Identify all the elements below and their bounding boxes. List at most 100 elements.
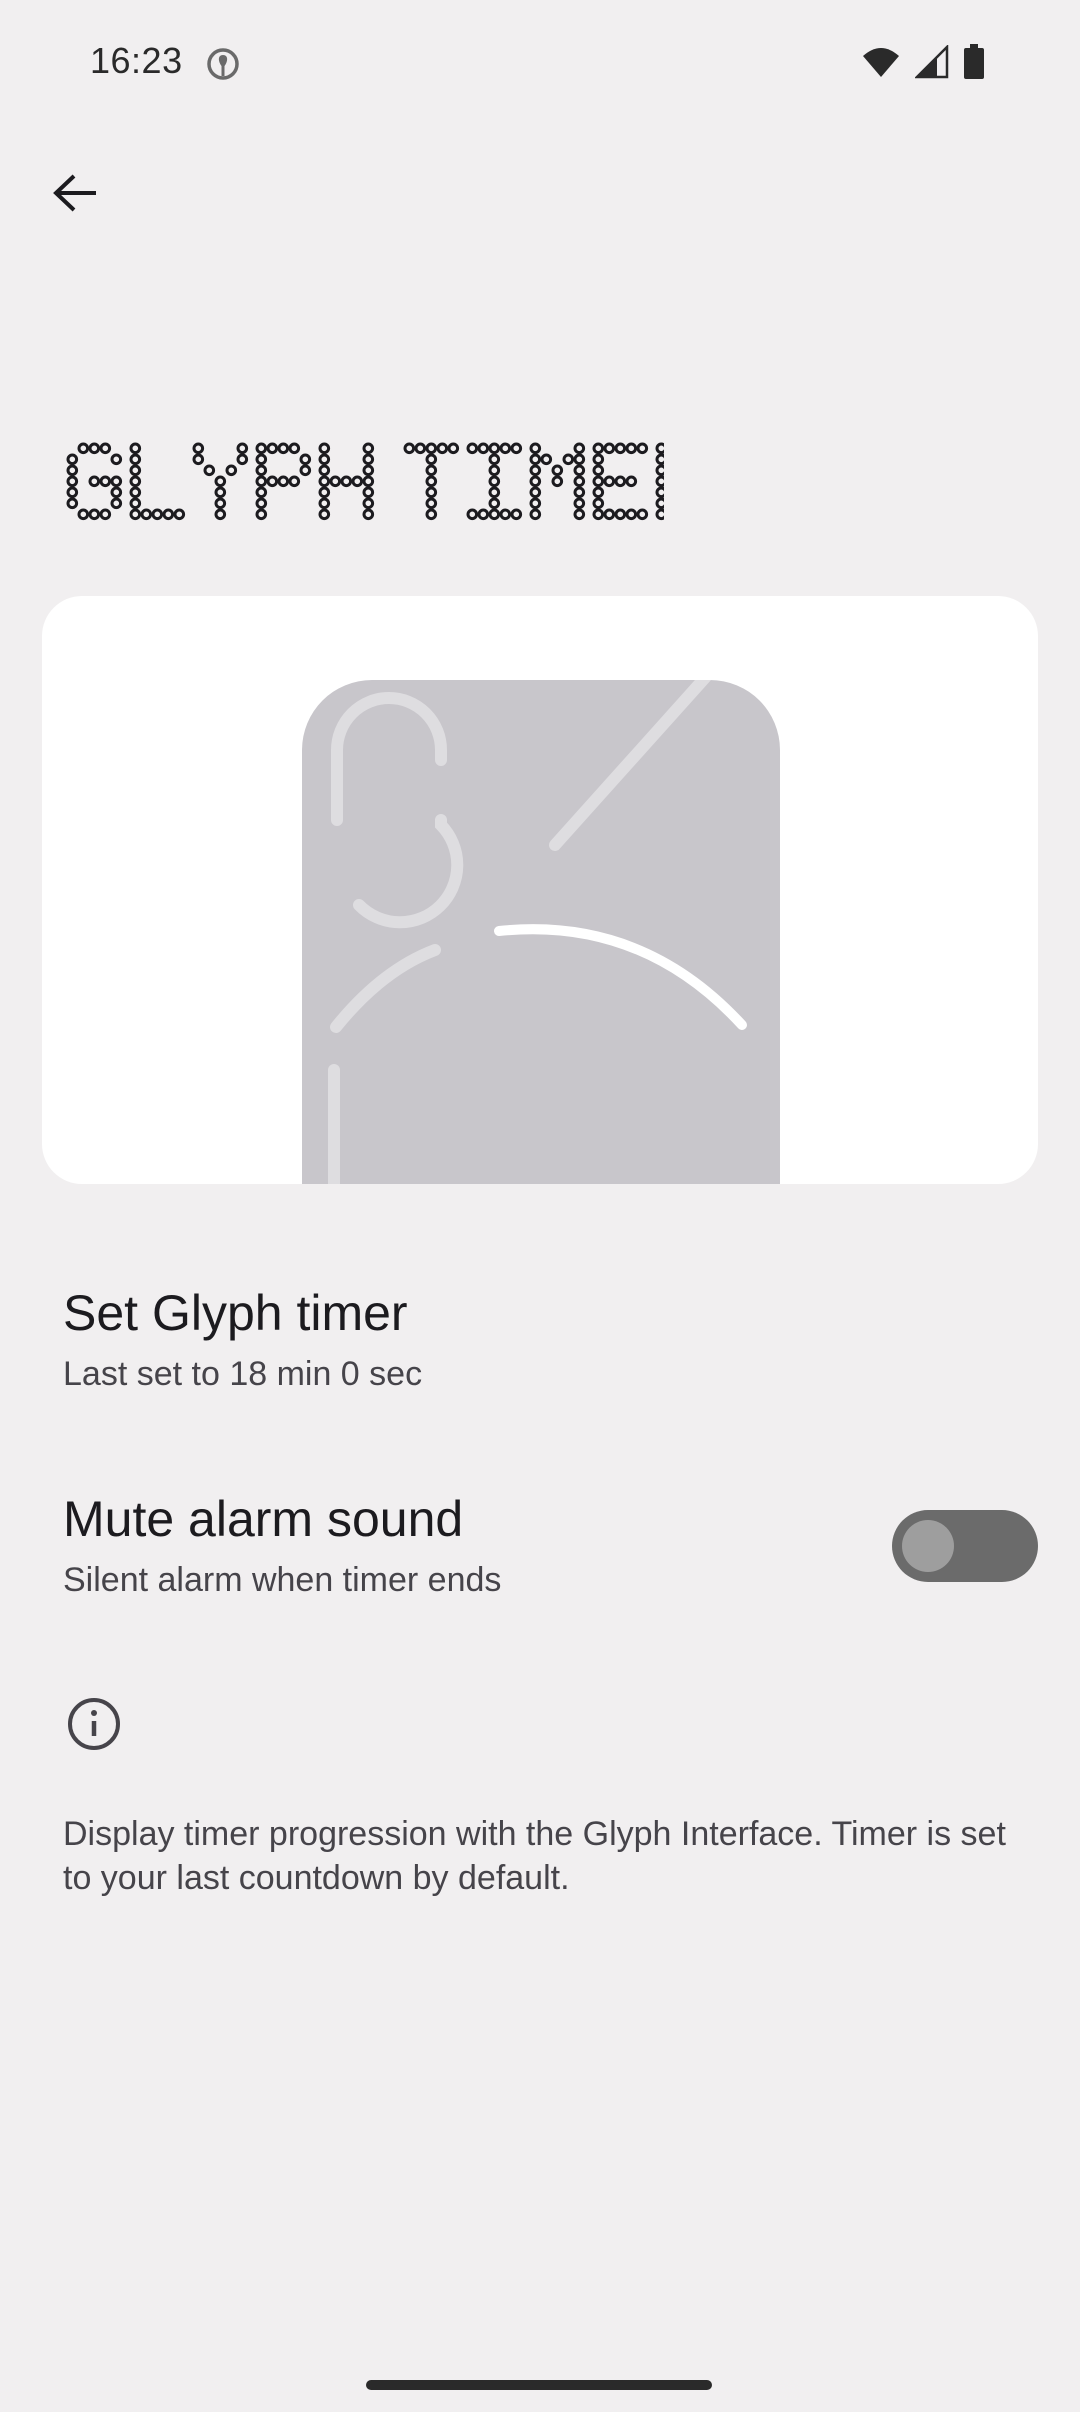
title-dot [603, 475, 616, 488]
title-dot [592, 453, 605, 466]
title-dot [499, 508, 512, 521]
mute-alarm-toggle[interactable] [892, 1510, 1038, 1582]
title-dot [110, 453, 123, 466]
back-button[interactable] [40, 160, 110, 230]
info-description: Display timer progression with the Glyph… [63, 1815, 1006, 1897]
arrow-back-icon [52, 173, 98, 218]
title-dot [318, 442, 331, 455]
title-dot [255, 497, 268, 510]
title-dot [255, 464, 268, 477]
title-dot [266, 475, 279, 488]
title-dot [236, 453, 249, 466]
title-dot [488, 475, 501, 488]
title-dot [129, 442, 142, 455]
title-dot [299, 453, 312, 466]
title-dot [362, 464, 375, 477]
title-dot [425, 508, 438, 521]
title-dot [99, 442, 112, 455]
title-dot [318, 486, 331, 499]
title-dot [625, 508, 638, 521]
title-dot [277, 475, 290, 488]
title-dot [529, 508, 542, 521]
title-dot [625, 475, 638, 488]
mute-alarm-row[interactable]: Mute alarm sound Silent alarm when timer… [63, 1492, 1018, 1600]
title-dot [362, 486, 375, 499]
mute-alarm-subtitle: Silent alarm when timer ends [63, 1561, 502, 1599]
title-dot [77, 442, 90, 455]
title-dot [529, 475, 542, 488]
title-dot [129, 486, 142, 499]
title-dot [425, 497, 438, 510]
title-dot [318, 464, 331, 477]
title-dot [225, 464, 238, 477]
title-dot [510, 508, 523, 521]
title-dot [329, 475, 342, 488]
title-dot [362, 475, 375, 488]
set-glyph-timer-row[interactable]: Set Glyph timer Last set to 18 min 0 sec [63, 1286, 1018, 1394]
title-dot [214, 508, 227, 521]
title-dot [573, 508, 586, 521]
title-dot [488, 453, 501, 466]
title-dot [655, 464, 664, 477]
title-dot [529, 497, 542, 510]
title-dot [403, 442, 416, 455]
title-dot [573, 475, 586, 488]
title-dot [318, 453, 331, 466]
title-dot [255, 486, 268, 499]
title-dot [636, 442, 649, 455]
info-icon [66, 1696, 122, 1752]
title-dot [99, 475, 112, 488]
title-dot [362, 442, 375, 455]
title-dot [129, 497, 142, 510]
title-dot [162, 508, 175, 521]
title-dot [255, 508, 268, 521]
title-dot [436, 442, 449, 455]
title-dot [592, 508, 605, 521]
title-dot [255, 442, 268, 455]
title-dot [129, 475, 142, 488]
title-dot [592, 486, 605, 499]
title-dot [66, 453, 79, 466]
title-dot [255, 453, 268, 466]
title-dot [655, 442, 664, 455]
title-dot [236, 442, 249, 455]
title-dot [614, 508, 627, 521]
title-dot [66, 486, 79, 499]
maps-pin-icon [205, 46, 241, 82]
title-dot [466, 442, 479, 455]
title-dot [351, 475, 364, 488]
title-dot [362, 497, 375, 510]
title-dot [129, 464, 142, 477]
title-dot [214, 475, 227, 488]
title-dot [573, 442, 586, 455]
title-dot [88, 442, 101, 455]
title-dot [488, 464, 501, 477]
title-dot [573, 497, 586, 510]
title-dot [266, 442, 279, 455]
title-dot [510, 442, 523, 455]
title-dot [362, 508, 375, 521]
title-dot [173, 508, 186, 521]
title-dot [655, 453, 664, 466]
glyph-preview-card [42, 596, 1038, 1184]
title-dot [110, 497, 123, 510]
title-dot [655, 486, 664, 499]
title-dot [529, 486, 542, 499]
toggle-knob [902, 1520, 954, 1572]
title-dot [488, 486, 501, 499]
title-dot [488, 508, 501, 521]
title-dot [477, 508, 490, 521]
title-dot [529, 464, 542, 477]
title-dot [488, 497, 501, 510]
title-dot [129, 453, 142, 466]
dot-matrix-title [66, 442, 664, 521]
title-dot [614, 475, 627, 488]
home-indicator[interactable] [366, 2380, 712, 2390]
title-dot [340, 475, 353, 488]
title-dot [592, 497, 605, 510]
glyph-lights [328, 616, 761, 1184]
title-dot [192, 442, 205, 455]
title-dot [573, 464, 586, 477]
title-dot [636, 508, 649, 521]
title-dot [66, 464, 79, 477]
